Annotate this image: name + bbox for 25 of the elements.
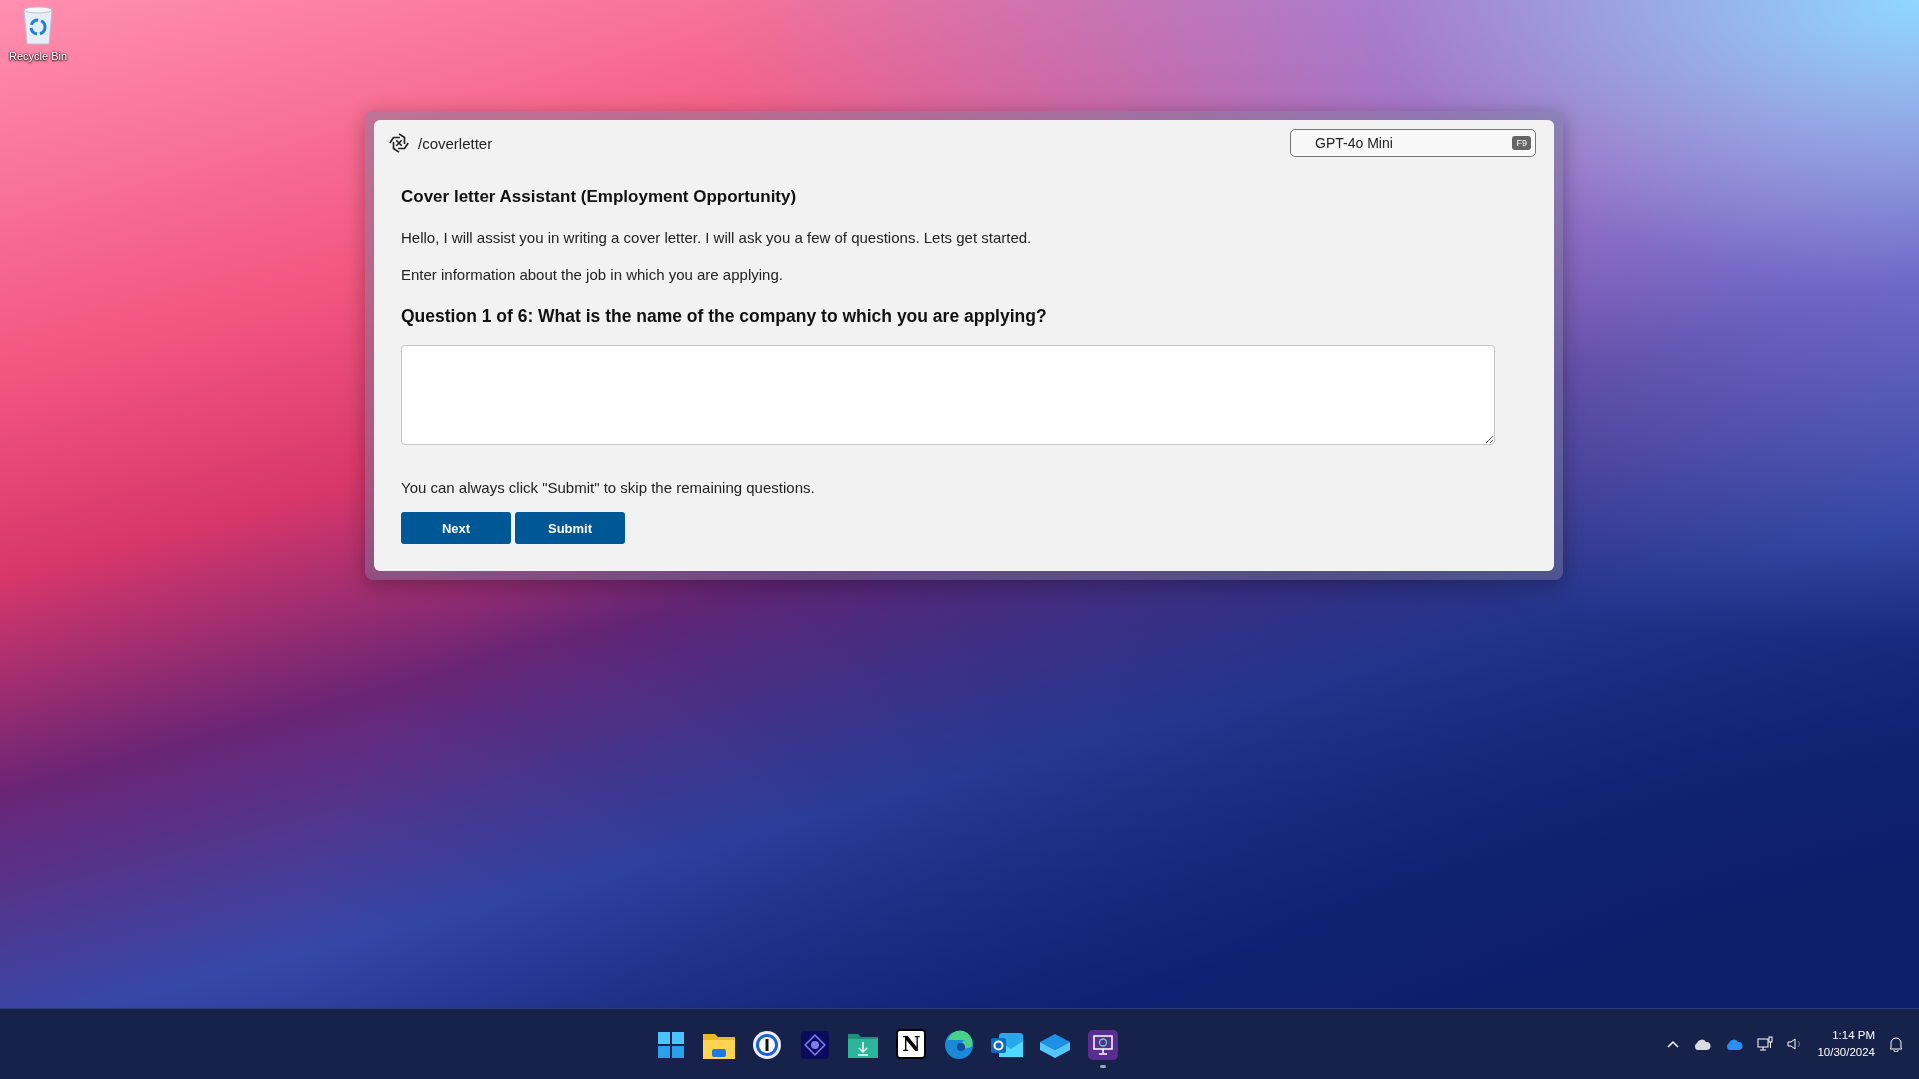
keyhole-icon[interactable] <box>752 1028 783 1061</box>
assistant-heading: Cover letter Assistant (Employment Opportunity) <box>401 187 798 207</box>
cloud-icon[interactable] <box>1693 1038 1712 1050</box>
bell-icon[interactable] <box>1889 1036 1903 1052</box>
cloud-icon[interactable] <box>1725 1038 1744 1050</box>
command-text: /coverletter <box>418 134 493 152</box>
notes-app-icon[interactable]: N <box>896 1028 927 1059</box>
hint-text: You can always click "Submit" to skip the remaining questions. <box>401 479 816 496</box>
action-button[interactable]: Submit <box>515 512 625 544</box>
question-text: Question 1 of 6: What is the name of the company to which you are applying? <box>401 306 1048 327</box>
model-selector[interactable]: GPT-4o Mini F9 <box>1290 129 1536 157</box>
monitor-icon[interactable] <box>1088 1028 1119 1061</box>
shortcut-badge: F9 <box>1512 136 1531 150</box>
answer-field[interactable] <box>401 345 1495 445</box>
chevron-up-icon[interactable] <box>1667 1040 1680 1048</box>
browser-icon[interactable] <box>944 1028 975 1061</box>
recycle-bin-icon[interactable] <box>21 6 55 46</box>
intro-text: Hello, I will assist you in writing a cover letter. I will ask you a few of questions. Lets get started. <box>401 229 1033 246</box>
intro-text: Enter information about the job in which you are applying. <box>401 266 784 283</box>
network-icon[interactable] <box>1757 1036 1774 1052</box>
clock-date[interactable]: 10/30/2024 <box>1817 1044 1875 1061</box>
action-button[interactable]: Next <box>401 512 511 544</box>
knot-logo-icon <box>388 132 410 154</box>
play-icon[interactable] <box>801 1028 830 1061</box>
clock-time[interactable]: 1:14 PM <box>1817 1027 1875 1044</box>
